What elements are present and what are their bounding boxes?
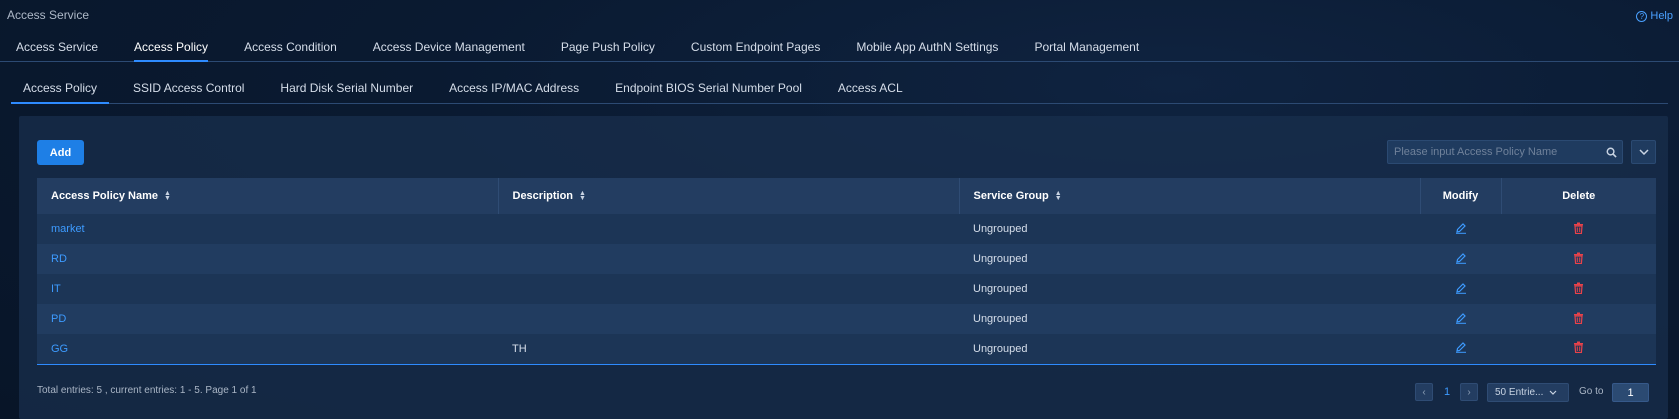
edit-icon[interactable]	[1420, 214, 1501, 244]
help-label: Help	[1650, 10, 1673, 22]
chevron-down-icon	[1638, 149, 1649, 155]
table-row: IT Ungrouped	[37, 274, 1656, 304]
service-group-cell: Ungrouped	[973, 283, 1028, 295]
sort-icon: ▲ ▼	[579, 190, 586, 203]
column-header-name[interactable]: Access Policy Name ▲ ▼	[37, 178, 499, 214]
description-cell	[498, 244, 959, 274]
policy-name-link[interactable]: market	[37, 214, 498, 244]
trash-icon[interactable]	[1501, 214, 1656, 244]
subtab-access-ip-mac-address[interactable]: Access IP/MAC Address	[437, 79, 591, 104]
add-button[interactable]: Add	[37, 140, 84, 165]
search-input[interactable]	[1388, 141, 1600, 163]
search-icon[interactable]	[1600, 147, 1622, 158]
chevron-down-icon	[1549, 390, 1557, 395]
column-header-modify: Modify	[1420, 178, 1502, 214]
trash-icon[interactable]	[1501, 274, 1656, 304]
content-panel: Add Access Policy Name▲▼ Description▲▼ S…	[19, 116, 1668, 419]
column-header-description[interactable]: Description ▲ ▼	[498, 178, 960, 214]
advanced-search-toggle[interactable]	[1631, 140, 1656, 164]
service-group-cell: Ungrouped	[973, 253, 1028, 265]
description-cell	[498, 304, 959, 334]
service-group-cell: Ungrouped	[973, 313, 1028, 325]
goto-label: Go to	[1579, 386, 1604, 397]
table-row: GG TH Ungrouped	[37, 334, 1656, 364]
access-policy-table: Access Policy Name ▲ ▼ Description ▲ ▼ Servi…	[37, 178, 1656, 365]
tab-page-push-policy[interactable]: Page Push Policy	[561, 36, 655, 62]
subtab-access-acl[interactable]: Access ACL	[826, 79, 915, 104]
edit-icon[interactable]	[1420, 274, 1501, 304]
primary-tabs: Access Service Access Policy Access Cond…	[0, 36, 1679, 62]
trash-icon[interactable]	[1501, 304, 1656, 334]
prev-page-button[interactable]: ‹	[1415, 383, 1433, 401]
help-link[interactable]: ? Help	[1636, 10, 1673, 22]
table-row: market Ungrouped	[37, 214, 1656, 244]
tab-access-condition[interactable]: Access Condition	[244, 36, 337, 62]
policy-name-link[interactable]: GG	[37, 334, 498, 364]
tab-access-policy[interactable]: Access Policy	[134, 36, 209, 62]
subtab-hard-disk-serial-number[interactable]: Hard Disk Serial Number	[268, 79, 425, 104]
edit-icon[interactable]	[1420, 304, 1501, 334]
trash-icon[interactable]	[1501, 334, 1656, 364]
tab-custom-endpoint-pages[interactable]: Custom Endpoint Pages	[691, 36, 820, 62]
edit-icon[interactable]	[1420, 244, 1501, 274]
entries-per-page-select[interactable]: 50 Entrie...	[1487, 383, 1569, 402]
subtab-access-policy[interactable]: Access Policy	[11, 79, 110, 104]
description-cell: TH	[512, 342, 527, 355]
breadcrumb: Access Service	[7, 8, 90, 22]
column-header-delete: Delete	[1562, 190, 1596, 202]
chevron-right-icon: ›	[1467, 386, 1471, 398]
access-service-page: Access Service ? Help Access Service Acc…	[0, 0, 1679, 419]
table-header-row: Access Policy Name ▲ ▼ Description ▲ ▼ Servi…	[37, 178, 1656, 214]
secondary-tabs: Access Policy SSID Access Control Hard D…	[11, 79, 1668, 104]
tab-mobile-app-authn-settings[interactable]: Mobile App AuthN Settings	[856, 36, 998, 62]
policy-name-link[interactable]: IT	[37, 274, 498, 304]
service-group-cell: Ungrouped	[973, 342, 1028, 355]
column-header-service-group[interactable]: Service Group ▲ ▼	[959, 178, 1421, 214]
policy-name-link[interactable]: RD	[37, 244, 498, 274]
table-row: PD Ungrouped	[37, 304, 1656, 334]
current-page-number[interactable]: 1	[1444, 386, 1450, 398]
search-box	[1387, 140, 1623, 164]
sort-icon: ▲ ▼	[164, 190, 171, 203]
tab-portal-management[interactable]: Portal Management	[1034, 36, 1139, 62]
policy-name-link[interactable]: PD	[37, 304, 498, 334]
chevron-left-icon: ‹	[1422, 386, 1426, 398]
sort-icon: ▲ ▼	[1054, 190, 1062, 203]
next-page-button[interactable]: ›	[1460, 383, 1478, 401]
table-row: RD Ungrouped	[37, 244, 1656, 274]
service-group-cell: Ungrouped	[973, 223, 1028, 235]
pagination-summary: Total entries: 5 , current entries: 1 - …	[37, 385, 257, 396]
help-icon: ?	[1636, 10, 1648, 22]
subtab-endpoint-bios-serial-number-pool[interactable]: Endpoint BIOS Serial Number Pool	[603, 79, 814, 104]
description-cell	[498, 214, 959, 244]
description-cell	[498, 274, 959, 304]
edit-icon[interactable]	[1420, 334, 1501, 364]
tab-access-device-management[interactable]: Access Device Management	[373, 36, 525, 62]
tab-access-service[interactable]: Access Service	[16, 36, 98, 62]
entries-per-page-value: 50 Entrie...	[1495, 387, 1544, 398]
trash-icon[interactable]	[1501, 244, 1656, 274]
goto-page-input[interactable]	[1612, 383, 1649, 402]
subtab-ssid-access-control[interactable]: SSID Access Control	[121, 79, 256, 104]
